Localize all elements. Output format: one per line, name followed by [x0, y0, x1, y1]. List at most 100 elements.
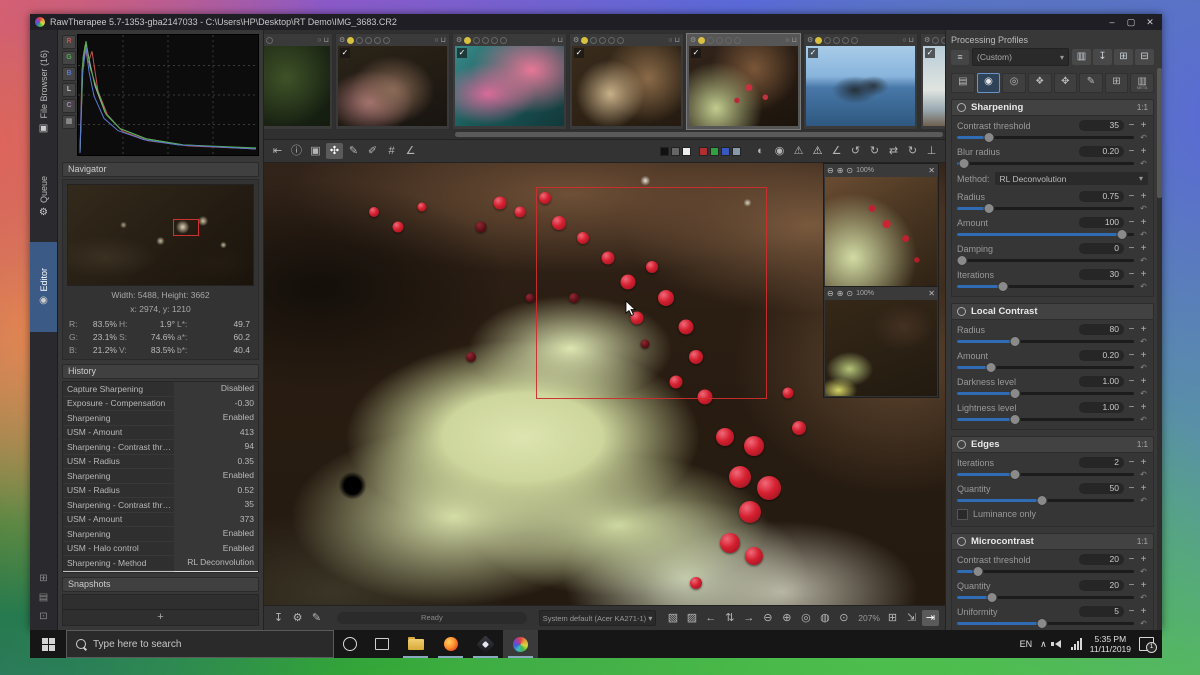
nav-next-icon[interactable]: → [740, 610, 757, 626]
detail-view-image[interactable] [825, 300, 937, 396]
zoom-out-icon[interactable]: ⊖ [759, 610, 776, 626]
decrement-button[interactable]: − [1127, 217, 1136, 228]
decrement-button[interactable]: − [1127, 146, 1136, 157]
profile-gear-icon[interactable]: ⚙ [807, 36, 813, 44]
preview-background-swatches[interactable] [659, 147, 692, 156]
reset-icon[interactable]: ↶ [1139, 389, 1148, 398]
start-button[interactable] [30, 630, 66, 658]
thumbnail-image[interactable]: ✓ [572, 46, 681, 126]
reset-icon[interactable]: ↶ [1139, 470, 1148, 479]
profile-gear-icon[interactable]: ⚙ [924, 36, 930, 44]
history-caption[interactable]: History [62, 364, 259, 379]
copy-profile-icon[interactable]: ⊞ [1114, 49, 1133, 65]
tab-detail[interactable]: ◉ [977, 73, 1001, 93]
reset-icon[interactable]: ↶ [1139, 363, 1148, 372]
network-icon[interactable] [1071, 638, 1082, 650]
monitor-profile-select[interactable]: System default (Acer KA271-1) ▾ [539, 610, 657, 626]
microcontrast-contrast-threshold-value[interactable]: 20 [1079, 554, 1124, 565]
taskbar-app-firefox[interactable] [433, 630, 468, 658]
histogram-mode-toggle[interactable]: ▦ [62, 115, 76, 129]
sharpening-radius-track[interactable] [957, 207, 1134, 210]
decrement-button[interactable]: − [1127, 269, 1136, 280]
rating-dots[interactable] [815, 37, 858, 44]
paste-profile-icon[interactable]: ⊟ [1135, 49, 1154, 65]
power-toggle-icon[interactable] [957, 103, 966, 112]
trash-icon[interactable]: ⊔ [558, 36, 563, 44]
history-row[interactable]: Sharpening Enabled [63, 469, 258, 484]
history-row[interactable]: Sharpening - Method RL Deconvolution [63, 556, 258, 571]
thumbnail-image[interactable]: ✓ [923, 46, 945, 126]
fullscreen-icon[interactable]: ⇲ [903, 610, 920, 626]
soft-proofing-icon[interactable]: ▧ [664, 610, 681, 626]
sharpening-blur-radius-value[interactable]: 0.20 [1079, 146, 1124, 157]
thumbnail-image[interactable]: ✓ [689, 46, 798, 126]
edges-quantity-value[interactable]: 50 [1079, 483, 1124, 494]
tab-exposure[interactable]: ▤ [951, 73, 975, 93]
trash-icon[interactable]: ⊔ [792, 36, 797, 44]
trash-icon[interactable]: ⊔ [675, 36, 680, 44]
history-row[interactable]: Sharpening Enabled [63, 411, 258, 426]
checkmark-icon[interactable]: ✓ [925, 48, 935, 58]
decrement-button[interactable]: − [1127, 402, 1136, 413]
channel-swatch[interactable] [732, 147, 741, 156]
thumbnail-image[interactable]: ✓ [338, 46, 447, 126]
decrement-button[interactable]: − [1127, 191, 1136, 202]
taskbar-app-explorer[interactable] [398, 630, 433, 658]
tray-chevron-icon[interactable]: ∧ [1040, 639, 1047, 650]
detail-zoom-in-icon[interactable]: ⊕ [837, 166, 844, 175]
rotate-free-icon[interactable]: ↻ [904, 143, 921, 159]
highlight-clipping-icon[interactable]: ⚠ [790, 143, 807, 159]
reset-icon[interactable]: ↶ [1139, 133, 1148, 142]
load-profile-icon[interactable]: ▥ [1072, 49, 1091, 65]
reset-icon[interactable]: ↶ [1139, 230, 1148, 239]
reset-icon[interactable]: ↶ [1139, 159, 1148, 168]
lockable-color-picker-icon[interactable]: ✐ [364, 143, 381, 159]
filmstrip-thumbnail[interactable]: ⚙ ○ ⊔ ✓ [920, 33, 945, 130]
zoom-in-icon[interactable]: ⊕ [778, 610, 795, 626]
flip-icon[interactable]: ⇄ [885, 143, 902, 159]
crop-tool-icon[interactable]: # [383, 143, 400, 159]
decrement-button[interactable]: − [1127, 554, 1136, 565]
color-label-icon[interactable]: ○ [551, 37, 555, 44]
checkmark-icon[interactable]: ✓ [457, 48, 467, 58]
filmstrip-thumbnail[interactable]: ⚙ ○ ⊔ ✓ [686, 33, 801, 130]
channel-swatch[interactable] [699, 147, 708, 156]
filmstrip-thumbnail[interactable]: ⚙ ○ ⊔ ✓ [452, 33, 567, 130]
microcontrast-uniformity-value[interactable]: 5 [1079, 606, 1124, 617]
checkmark-icon[interactable]: ✓ [808, 48, 818, 58]
snapshots-caption[interactable]: Snapshots [62, 577, 259, 592]
reset-icon[interactable]: ↶ [1139, 593, 1148, 602]
reset-icon[interactable]: ↶ [1139, 282, 1148, 291]
reset-icon[interactable]: ↶ [1139, 204, 1148, 213]
tool-header-sharpening[interactable]: Sharpening 1:1 [951, 99, 1154, 116]
history-row[interactable]: Sharpening Enabled [63, 527, 258, 542]
hand-tool[interactable]: ✣ [326, 143, 343, 159]
tab-advanced[interactable]: ❖ [1028, 73, 1052, 93]
reset-icon[interactable]: ↶ [1139, 256, 1148, 265]
reset-icon[interactable]: ↶ [1139, 337, 1148, 346]
tab-file-browser[interactable]: File Browser (16) ▣ [30, 32, 57, 152]
filmstrip-thumbnail[interactable]: ⚙ ○ ⊔ ✓ [335, 33, 450, 130]
local-contrast-lightness-level-track[interactable] [957, 418, 1134, 421]
cortana-button[interactable] [334, 630, 366, 658]
action-center-icon[interactable]: 1 [1139, 637, 1154, 651]
trash-icon[interactable]: ⊔ [909, 36, 914, 44]
increment-button[interactable]: + [1139, 402, 1148, 413]
color-label-icon[interactable]: ○ [317, 37, 321, 44]
reset-icon[interactable]: ↶ [1139, 619, 1148, 628]
rating-dots[interactable] [464, 37, 507, 44]
sharpening-damping-track[interactable] [957, 259, 1134, 262]
preview-bg-swatch[interactable] [660, 147, 669, 156]
power-toggle-icon[interactable] [957, 440, 966, 449]
image-info-icon[interactable]: ⓘ [288, 143, 305, 159]
new-detail-window-icon[interactable]: ⊞ [884, 610, 901, 626]
close-icon[interactable]: ✕ [928, 289, 935, 298]
history-row[interactable]: USM - Radius 0.35 [63, 455, 258, 470]
minimize-button[interactable]: – [1105, 14, 1119, 30]
decrement-button[interactable]: − [1127, 376, 1136, 387]
zoom-100-icon[interactable]: ⊙ [835, 610, 852, 626]
profile-gear-icon[interactable]: ⚙ [339, 36, 345, 44]
preview-sharpening-icon[interactable]: ∠ [828, 143, 845, 159]
right-panel-scrollbar[interactable] [1157, 68, 1162, 630]
increment-button[interactable]: + [1139, 350, 1148, 361]
